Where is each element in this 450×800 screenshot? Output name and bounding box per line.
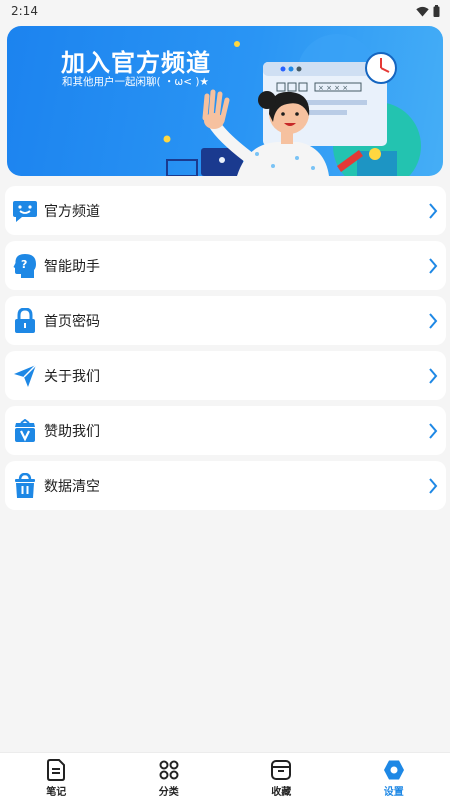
menu-item-about-us[interactable]: 关于我们 (5, 351, 446, 400)
chevron-right-icon (429, 258, 438, 274)
assistant-head-icon: ? (12, 253, 38, 279)
menu-item-label: 官方频道 (44, 203, 100, 220)
tab-label: 笔记 (46, 787, 67, 798)
chat-bubble-icon (12, 198, 38, 224)
banner-subtitle: 和其他用户一起闲聊( ・ω< )★ (62, 76, 209, 88)
favorite-box-icon (270, 759, 292, 781)
menu-item-label: 首页密码 (44, 313, 100, 330)
menu-item-label: 智能助手 (44, 258, 100, 275)
status-icons (416, 5, 440, 17)
chevron-right-icon (429, 313, 438, 329)
tab-label: 分类 (158, 787, 179, 798)
battery-icon (433, 5, 440, 17)
note-icon (45, 759, 67, 781)
official-channel-banner[interactable]: × × × × 加入官方频道 和其他用户一起闲聊( ・ω< )★ (7, 26, 443, 176)
banner-window-text: × × × × (318, 84, 348, 92)
chevron-right-icon (429, 368, 438, 384)
settings-icon (383, 759, 405, 781)
trash-bag-icon (12, 473, 38, 499)
menu-item-home-password[interactable]: 首页密码 (5, 296, 446, 345)
banner-title: 加入官方频道 (61, 49, 211, 77)
tab-label: 收藏 (271, 787, 292, 798)
chevron-right-icon (429, 423, 438, 439)
lock-icon (12, 308, 38, 334)
menu-item-sponsor-us[interactable]: 赞助我们 (5, 406, 446, 455)
menu-item-official-channel[interactable]: 官方频道 (5, 186, 446, 235)
tab-favorites[interactable]: 收藏 (225, 753, 338, 800)
svg-text:?: ? (21, 258, 27, 271)
status-time: 2:14 (11, 4, 38, 18)
tab-categories[interactable]: 分类 (113, 753, 226, 800)
settings-menu: 官方频道 ? 智能助手 首页密码 关于我们 赞助我们 数据清空 (5, 186, 446, 516)
chevron-right-icon (429, 478, 438, 494)
paper-plane-icon (12, 363, 38, 389)
chevron-right-icon (429, 203, 438, 219)
menu-item-smart-assistant[interactable]: ? 智能助手 (5, 241, 446, 290)
tab-settings[interactable]: 设置 (338, 753, 450, 800)
menu-item-label: 关于我们 (44, 368, 100, 385)
status-bar: 2:14 (0, 0, 450, 22)
bottom-tab-bar: 笔记 分类 收藏 设置 (0, 752, 450, 800)
tab-notes[interactable]: 笔记 (0, 753, 113, 800)
wifi-icon (416, 6, 429, 16)
menu-item-clear-data[interactable]: 数据清空 (5, 461, 446, 510)
category-icon (158, 759, 180, 781)
sponsor-bag-icon (12, 418, 38, 444)
menu-item-label: 赞助我们 (44, 423, 100, 440)
menu-item-label: 数据清空 (44, 478, 100, 495)
tab-label: 设置 (383, 787, 404, 798)
